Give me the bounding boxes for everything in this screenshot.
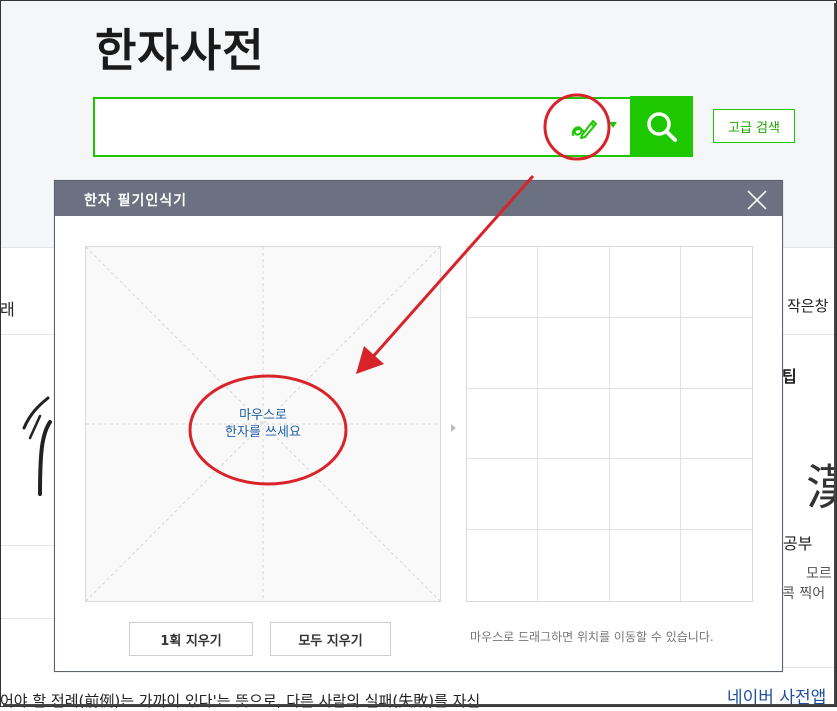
handwriting-recognizer-dialog[interactable]: 한자 필기인식기 마우스로 한자를 쓰세요 1획 지우기 모두 지우기 마우스로… bbox=[54, 180, 783, 672]
study-heading-fragment: 공부 bbox=[783, 534, 813, 553]
dialog-header[interactable]: 한자 필기인식기 bbox=[55, 181, 782, 216]
drag-hint-text: 마우스로 드래그하면 위치를 이동할 수 있습니다. bbox=[470, 630, 714, 644]
candidate-cell[interactable] bbox=[680, 389, 752, 460]
candidate-cell[interactable] bbox=[680, 459, 752, 531]
candidate-cell[interactable] bbox=[467, 530, 539, 601]
side-heading-fragment: 팁 bbox=[782, 367, 797, 386]
tip-text-line: 모르 bbox=[806, 566, 832, 582]
candidate-cell[interactable] bbox=[609, 247, 681, 318]
handwriting-pen-button[interactable] bbox=[567, 111, 601, 145]
candidate-cell[interactable] bbox=[609, 459, 681, 531]
candidate-cell[interactable] bbox=[538, 317, 610, 389]
brush-stroke-image bbox=[22, 396, 52, 496]
candidate-cell[interactable] bbox=[610, 530, 681, 601]
divider bbox=[782, 667, 837, 668]
canvas-hint-line: 마우스로 bbox=[239, 408, 287, 423]
tip-text-line: 콕 찍어 bbox=[782, 586, 826, 602]
close-button[interactable] bbox=[745, 188, 769, 212]
dialog-title: 한자 필기인식기 bbox=[84, 193, 188, 209]
divider bbox=[782, 334, 837, 335]
divider bbox=[0, 334, 54, 335]
example-sentence-text: 어야 할 전례(前例)는 가까이 있다'는 뜻으로, 다른 사람의 실패(失敗)… bbox=[0, 692, 481, 710]
candidate-cell[interactable] bbox=[681, 530, 752, 601]
candidate-cell[interactable] bbox=[609, 388, 681, 460]
advanced-search-button[interactable]: 고급 검색 bbox=[713, 109, 795, 143]
candidate-cell[interactable] bbox=[467, 247, 539, 318]
divider bbox=[0, 618, 54, 619]
candidate-grid bbox=[466, 246, 753, 602]
candidate-cell[interactable] bbox=[467, 317, 539, 389]
divider bbox=[0, 545, 54, 546]
candidate-cell[interactable] bbox=[609, 317, 681, 389]
candidate-cell[interactable] bbox=[538, 388, 610, 460]
small-window-link[interactable]: 작은창 bbox=[787, 295, 828, 316]
search-button[interactable] bbox=[630, 96, 693, 157]
canvas-hint: 마우스로 한자를 쓰세요 bbox=[86, 407, 440, 441]
handwriting-canvas[interactable]: 마우스로 한자를 쓰세요 bbox=[85, 246, 441, 602]
candidate-cell[interactable] bbox=[538, 459, 610, 531]
candidate-cell[interactable] bbox=[680, 318, 752, 389]
canvas-hint-line: 한자를 쓰세요 bbox=[225, 425, 301, 440]
candidate-cell[interactable] bbox=[680, 247, 752, 318]
close-icon bbox=[747, 190, 767, 210]
search-icon bbox=[646, 111, 677, 142]
candidate-cell[interactable] bbox=[467, 459, 539, 531]
page-title: 한자사전 bbox=[95, 24, 265, 77]
clear-all-button[interactable]: 모두 지우기 bbox=[270, 622, 391, 656]
handwriting-pen-icon bbox=[571, 120, 597, 139]
candidate-cell[interactable] bbox=[538, 530, 610, 601]
handwriting-dropdown-caret-icon[interactable] bbox=[609, 122, 617, 128]
candidate-cell[interactable] bbox=[538, 247, 610, 318]
undo-stroke-button[interactable]: 1획 지우기 bbox=[129, 622, 253, 656]
search-input[interactable] bbox=[103, 107, 537, 147]
kanji-image: 漢 bbox=[806, 460, 837, 516]
candidate-cell[interactable] bbox=[467, 388, 539, 460]
search-box[interactable] bbox=[93, 97, 632, 157]
left-tab-fragment[interactable]: 래 bbox=[0, 296, 15, 320]
arrow-right-icon bbox=[451, 424, 456, 432]
